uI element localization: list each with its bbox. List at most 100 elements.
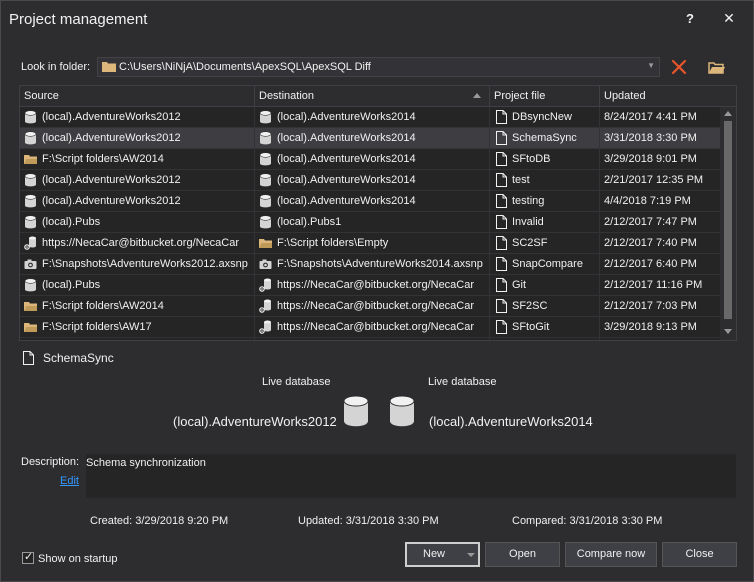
file-icon	[496, 173, 507, 187]
project-file-cell: SchemaSync	[490, 128, 599, 149]
destination-cell: (local).AdventureWorks2014	[255, 191, 489, 212]
table-row[interactable]: (local).Pubs https://NecaCar@bitbucket.or…	[20, 275, 720, 296]
project-file-icon	[23, 351, 34, 365]
snapshot-icon	[259, 257, 272, 271]
table-row[interactable]: (local).AdventureWorks2012 (local).Advent…	[20, 128, 720, 149]
close-window-button[interactable]: ✕	[721, 10, 737, 28]
table-row[interactable]: F:\Script folders\AW17 https://NecaCar@bi…	[20, 317, 720, 338]
open-button[interactable]: Open	[485, 542, 560, 567]
show-on-startup-checkbox[interactable]: ✓	[22, 551, 34, 564]
compare-now-button[interactable]: Compare now	[565, 542, 657, 567]
description-label: Description:	[21, 456, 80, 468]
source-text: (local).Pubs	[42, 216, 101, 228]
file-icon	[496, 131, 507, 145]
database-icon	[24, 194, 37, 208]
sort-ascending-icon	[473, 93, 481, 98]
source-control-icon	[259, 320, 272, 334]
clear-icon[interactable]	[669, 57, 689, 77]
destination-text: (local).AdventureWorks2014	[277, 153, 416, 165]
close-button[interactable]: Close	[662, 542, 737, 567]
table-row[interactable]: (local).Pubs (local).Pubs1 Invalid 2/12/201…	[20, 212, 720, 233]
updated-cell: 2/12/2017 7:03 PM	[604, 296, 720, 317]
destination-database-icon	[389, 395, 415, 427]
table-row[interactable]: (local).AdventureWorks2012 (local).Advent…	[20, 107, 720, 128]
source-cell: F:\Snapshots\AdventureWorks2012.axsnp	[20, 254, 254, 275]
project-file-text: testing	[512, 195, 545, 207]
updated-text: 3/31/2018 3:30 PM	[604, 132, 697, 144]
compared-date: Compared: 3/31/2018 3:30 PM	[512, 515, 663, 527]
folder-icon	[24, 299, 37, 313]
folder-icon	[24, 320, 37, 334]
source-type-label: Live database	[262, 376, 331, 388]
table-row[interactable]: (local).AdventureWorks2012 (local).Advent…	[20, 170, 720, 191]
project-file-text: SFtoDB	[512, 153, 551, 165]
updated-text: 8/24/2017 4:41 PM	[604, 111, 697, 123]
source-cell: (local).Pubs	[20, 275, 254, 296]
source-text: (local).AdventureWorks2012	[42, 111, 181, 123]
updated-text: 2/12/2017 7:03 PM	[604, 300, 697, 312]
source-text: (local).AdventureWorks2012	[42, 132, 181, 144]
database-icon	[259, 110, 272, 124]
updated-cell: 4/4/2018 7:19 PM	[604, 191, 720, 212]
destination-text: (local).Pubs1	[277, 216, 342, 228]
selected-project-label: SchemaSync	[43, 351, 114, 365]
projects-grid: Source Destination Project file Updated …	[19, 85, 737, 341]
column-header-destination[interactable]: Destination	[255, 86, 490, 107]
help-button[interactable]: ?	[682, 11, 698, 29]
database-icon	[259, 131, 272, 145]
file-icon	[496, 236, 507, 250]
table-row[interactable]: F:\Snapshots\AdventureWorks2012.axsnp F:\…	[20, 254, 720, 275]
folder-icon	[24, 152, 37, 166]
table-row[interactable]: (local).AdventureWorks2012 (local).Advent…	[20, 191, 720, 212]
description-text: Schema synchronization	[86, 457, 206, 469]
updated-cell: 2/12/2017 7:40 PM	[604, 233, 720, 254]
database-icon	[259, 152, 272, 166]
source-cell: (local).AdventureWorks2012	[20, 191, 254, 212]
project-file-cell: testing	[490, 191, 599, 212]
vertical-scrollbar[interactable]	[720, 107, 736, 340]
new-button[interactable]: New	[405, 542, 480, 567]
database-icon	[24, 278, 37, 292]
scroll-up-icon[interactable]	[724, 111, 732, 116]
column-header-project-file[interactable]: Project file	[490, 86, 600, 107]
table-row[interactable]: https://NecaCar@bitbucket.org/NecaCar F:\…	[20, 233, 720, 254]
project-file-text: test	[512, 174, 530, 186]
updated-cell: 2/21/2017 12:35 PM	[604, 170, 720, 191]
chevron-down-icon[interactable]: ▼	[647, 61, 655, 70]
scrollbar-thumb[interactable]	[724, 121, 732, 319]
table-row[interactable]: F:\Script folders\AW2014 (local).Adventur…	[20, 149, 720, 170]
database-icon	[259, 173, 272, 187]
chevron-down-icon[interactable]	[467, 553, 475, 557]
project-file-cell: SF2SC	[490, 296, 599, 317]
browse-folder-icon[interactable]	[705, 57, 727, 77]
file-icon	[496, 110, 507, 124]
file-icon	[496, 152, 507, 166]
source-text: (local).AdventureWorks2012	[42, 174, 181, 186]
table-row[interactable]: F:\Script folders\AW2014 https://NecaCar@…	[20, 296, 720, 317]
scroll-down-icon[interactable]	[724, 329, 732, 334]
destination-cell: (local).Pubs1	[255, 212, 489, 233]
project-file-cell: DBsyncNew	[490, 107, 599, 128]
checkmark-icon: ✓	[24, 551, 34, 563]
file-icon	[496, 320, 507, 334]
project-file-cell: test	[490, 170, 599, 191]
column-header-updated[interactable]: Updated	[600, 86, 736, 107]
updated-text: 2/12/2017 6:40 PM	[604, 258, 697, 270]
show-on-startup-label[interactable]: Show on startup	[38, 553, 118, 565]
column-header-source[interactable]: Source	[20, 86, 255, 107]
destination-text: (local).AdventureWorks2014	[277, 132, 416, 144]
title-bar: Project management ? ✕	[1, 1, 753, 39]
database-icon	[24, 173, 37, 187]
edit-description-link[interactable]: Edit	[60, 475, 79, 487]
project-file-text: Git	[512, 279, 527, 291]
file-icon	[496, 278, 507, 292]
folder-path-combobox[interactable]: C:\Users\NiNjA\Documents\ApexSQL\ApexSQL…	[97, 57, 660, 77]
window-title: Project management	[9, 11, 148, 28]
column-header-destination-label: Destination	[259, 90, 315, 102]
file-icon	[496, 299, 507, 313]
project-file-text: SC2SF	[512, 237, 548, 249]
updated-text: 3/29/2018 9:01 PM	[604, 153, 697, 165]
updated-date: Updated: 3/31/2018 3:30 PM	[298, 515, 439, 527]
updated-text: 3/29/2018 9:13 PM	[604, 321, 697, 333]
column-divider	[254, 107, 255, 340]
